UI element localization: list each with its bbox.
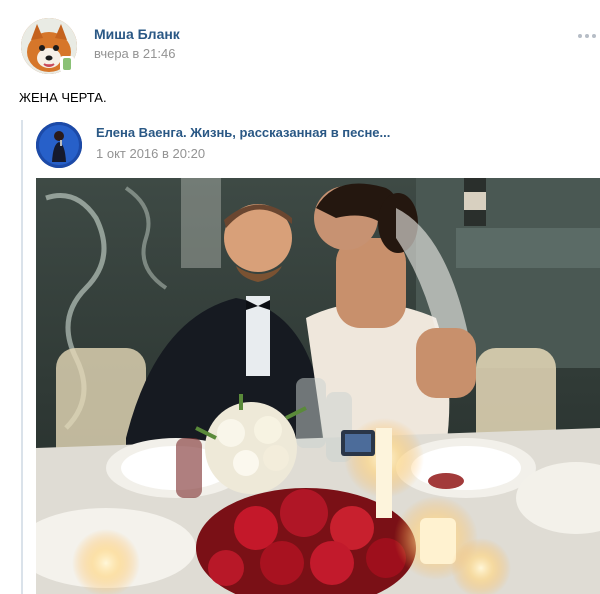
wall-post: Миша Бланк вчера в 21:46 ЖЕНА ЧЕРТА. Еле…	[0, 0, 600, 594]
repost-date[interactable]: 1 окт 2016 в 20:20	[96, 146, 205, 161]
post-text: ЖЕНА ЧЕРТА.	[19, 90, 107, 105]
repost-divider	[21, 120, 23, 594]
repost-author-avatar[interactable]	[36, 122, 82, 168]
online-mobile-icon	[60, 56, 74, 72]
post-date[interactable]: вчера в 21:46	[94, 46, 175, 61]
repost-author-name[interactable]: Елена Ваенга. Жизнь, рассказанная в песн…	[96, 125, 390, 140]
more-dots-icon[interactable]	[578, 32, 600, 40]
author-name[interactable]: Миша Бланк	[94, 26, 180, 42]
post-photo[interactable]	[36, 178, 600, 594]
